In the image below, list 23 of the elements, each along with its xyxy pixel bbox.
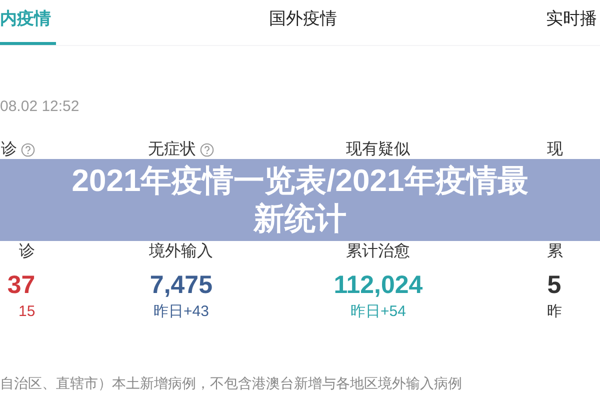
stat-change: 昨 (547, 302, 562, 322)
stat-label: 无症状 (148, 142, 196, 158)
stat-label: 现有疑似 (346, 142, 410, 158)
stat-label: 诊 (1, 142, 18, 158)
stat-label: 境外输入 (149, 244, 214, 260)
stat-value: 112,024 (334, 270, 423, 301)
stat-change: 昨日+54 (350, 302, 406, 322)
stat-value: 5 (547, 270, 562, 301)
tab[interactable]: 实时播 (546, 0, 600, 45)
stat-label: 现 (547, 142, 564, 158)
help-icon[interactable] (21, 143, 36, 157)
update-time: 08.02 12:52 (0, 99, 80, 114)
footnote: 自治区、直辖市）本土新增病例，不包含港澳台新增与各地区境外输入病例 (0, 374, 462, 393)
stat-label: 累计治愈 (346, 244, 410, 260)
stat-value: 37 (7, 270, 36, 301)
help-icon[interactable] (200, 143, 214, 157)
stat-label: 累 (547, 244, 564, 260)
stat-value: 7,475 (150, 270, 212, 301)
stat-change: 昨日+43 (153, 302, 209, 322)
tab[interactable]: 国外疫情 (264, 0, 342, 45)
stat-change: 15 (18, 302, 36, 322)
banner-title: 2021年疫情一览表/2021年疫情最新统计 (70, 162, 530, 238)
stat-label: 诊 (19, 244, 36, 260)
